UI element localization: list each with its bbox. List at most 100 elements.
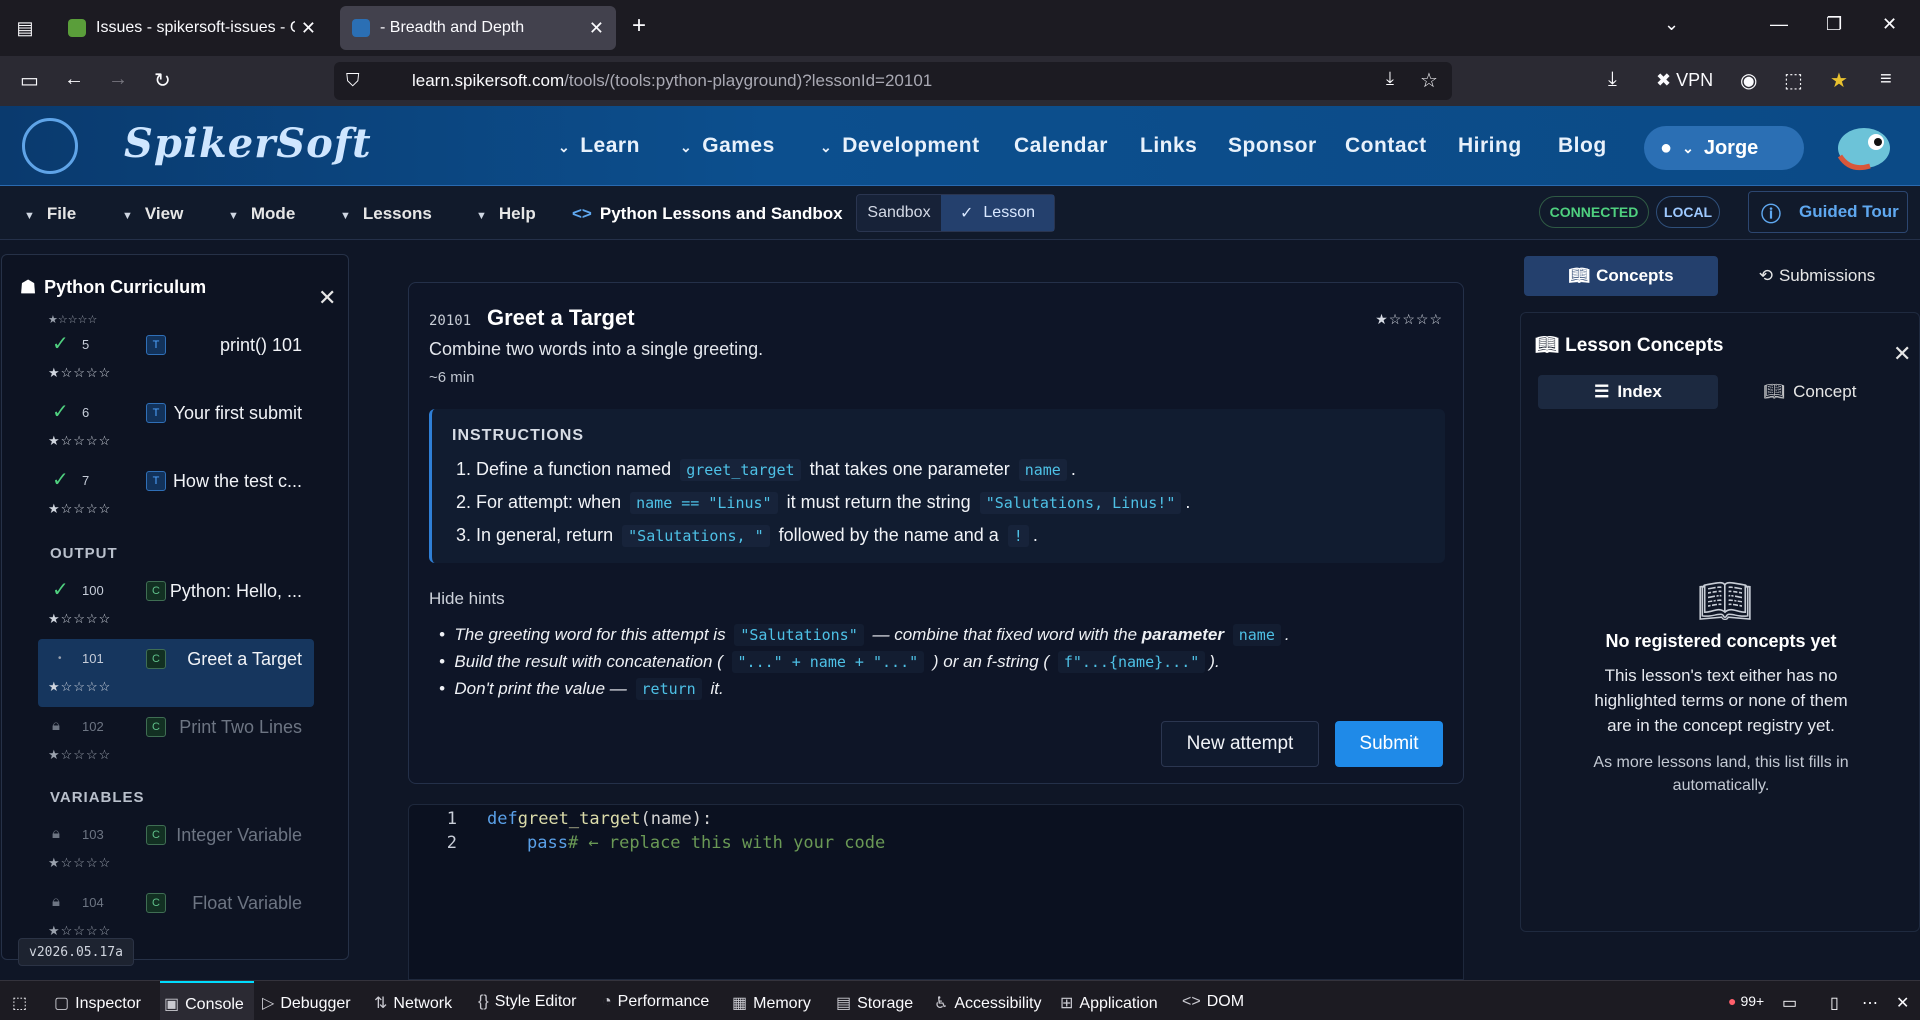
nav-games[interactable]: ⌄ Games <box>680 134 775 158</box>
nav-learn[interactable]: ⌄ Learn <box>558 134 640 158</box>
shield-icon[interactable]: ⛉ <box>346 70 360 91</box>
devtools-tab-console[interactable]: ▣ Console <box>160 981 254 1020</box>
extensions-icon[interactable]: ⬚ <box>1784 68 1803 93</box>
devtools-tab-dom[interactable]: <> DOM <box>1182 993 1244 1011</box>
menu-mode[interactable]: ▼ Mode <box>228 204 295 224</box>
site-logo[interactable]: SpikerSoft <box>124 120 372 167</box>
close-icon[interactable]: ✕ <box>1893 341 1911 367</box>
bookmark-star-icon[interactable]: ☆ <box>1420 68 1438 93</box>
list-item[interactable]: 🔒︎ 104 C Float Variable ★☆☆☆☆ <box>38 883 314 943</box>
mode-lesson-button[interactable]: ✓ Lesson <box>941 195 1054 231</box>
instructions-heading: INSTRUCTIONS <box>452 427 584 444</box>
account-icon[interactable]: ◉ <box>1740 68 1757 93</box>
mode-sandbox-button[interactable]: Sandbox <box>857 195 941 231</box>
code-keyword: pass <box>527 833 568 853</box>
menu-file[interactable]: ▼ File <box>24 204 76 224</box>
menu-label: Help <box>498 204 536 223</box>
close-tab-icon[interactable]: ✕ <box>301 18 316 39</box>
menu-lessons[interactable]: ▼ Lessons <box>340 204 432 224</box>
subtab-concept[interactable]: 📖︎ Concept <box>1720 375 1900 409</box>
nav-development[interactable]: ⌄ Development <box>820 134 980 158</box>
downloads-icon[interactable]: ⤓ <box>1608 68 1617 91</box>
tab-list-icon[interactable]: ▤ <box>12 15 38 41</box>
devtools-menu-icon[interactable]: ⋯ <box>1862 993 1878 1013</box>
new-tab-icon[interactable]: + <box>632 12 646 40</box>
inline-code: f"...{name}..." <box>1057 650 1206 673</box>
instruction-item: 2. For attempt: when name == "Linus" it … <box>456 486 1190 519</box>
code-params: (name): <box>640 809 713 829</box>
devtools-tab-storage[interactable]: ▤ Storage <box>836 993 913 1013</box>
list-item[interactable]: ✓ 100 C Python: Hello, ... ★☆☆☆☆ <box>38 571 314 639</box>
vpn-button[interactable]: ✖ VPN <box>1656 70 1713 91</box>
submit-button[interactable]: Submit <box>1335 721 1443 767</box>
close-icon[interactable]: ✕ <box>318 285 336 311</box>
extension-badge-icon[interactable]: ★ <box>1830 68 1848 93</box>
dock-side-icon[interactable]: ▯ <box>1830 993 1839 1013</box>
list-item[interactable]: 🔒︎ 102 C Print Two Lines ★☆☆☆☆ <box>38 707 314 775</box>
nav-calendar[interactable]: Calendar <box>1014 134 1108 158</box>
devtools-tab-label: Application <box>1079 995 1158 1012</box>
menu-help[interactable]: ▼ Help <box>476 204 536 224</box>
chameleon-mascot-icon[interactable] <box>1830 116 1896 176</box>
error-count-badge[interactable]: ● 99+ <box>1728 993 1764 1009</box>
curriculum-list[interactable]: ★☆☆☆☆ ✓ 5 T print() 101 ★☆☆☆☆ ✓ 6 T Your… <box>14 313 314 943</box>
close-tab-icon[interactable]: ✕ <box>589 18 604 39</box>
inline-code: return <box>635 677 702 700</box>
maximize-icon[interactable]: ❐ <box>1826 14 1842 35</box>
nav-links[interactable]: Links <box>1140 134 1197 158</box>
list-item[interactable]: ✓ 6 T Your first submit ★☆☆☆☆ <box>38 393 314 461</box>
step-text: For attempt: when <box>476 492 622 512</box>
new-attempt-button[interactable]: New attempt <box>1161 721 1319 767</box>
guided-tour-button[interactable]: ⓘ Guided Tour <box>1748 191 1908 233</box>
minimize-icon[interactable]: — <box>1770 14 1788 35</box>
back-icon[interactable]: ← <box>64 68 84 91</box>
devtools-tab-debugger[interactable]: ▷ Debugger <box>262 993 351 1013</box>
devtools-tab-label: Memory <box>753 995 811 1012</box>
code-editor[interactable]: 1 def greet_target (name): 2 pass # ← repla… <box>408 804 1464 980</box>
devtools-close-icon[interactable]: ✕ <box>1896 993 1909 1013</box>
list-item[interactable]: 🔒︎ 103 C Integer Variable ★☆☆☆☆ <box>38 815 314 883</box>
browser-tab-lesson[interactable]: - Breadth and Depth ✕ <box>340 6 616 50</box>
devtools-tab-inspector[interactable]: ▢ Inspector <box>54 993 141 1013</box>
devtools-tab-memory[interactable]: ▦ Memory <box>732 993 811 1013</box>
pick-element-icon[interactable]: ⬚ <box>12 993 27 1013</box>
network-icon: ⇅ <box>374 995 388 1012</box>
tab-submissions[interactable]: ⟲ Submissions <box>1720 256 1914 296</box>
responsive-mode-icon[interactable]: ▭ <box>1782 993 1797 1013</box>
browser-tab-issues[interactable]: Issues - spikersoft-issues - Gitea ✕ <box>56 6 328 50</box>
lesson-rating-stars[interactable]: ★☆☆☆☆ <box>1375 311 1443 328</box>
list-item-selected[interactable]: • 101 C Greet a Target ★☆☆☆☆ <box>38 639 314 707</box>
lesson-name: Greet a Target <box>187 649 302 669</box>
menu-view[interactable]: ▼ View <box>122 204 183 224</box>
devtools-tab-style-editor[interactable]: {} Style Editor <box>478 993 577 1011</box>
list-item[interactable]: ✓ 5 T print() 101 ★☆☆☆☆ <box>38 325 314 393</box>
sidebar-toggle-icon[interactable]: ▭ <box>20 68 39 93</box>
devtools-tab-network[interactable]: ⇅ Network <box>374 993 452 1013</box>
nav-blog[interactable]: Blog <box>1558 134 1607 158</box>
close-window-icon[interactable]: ✕ <box>1882 14 1897 35</box>
tab-overflow-icon[interactable]: ⌄ <box>1664 14 1679 35</box>
app-menu-icon[interactable]: ≡ <box>1880 68 1892 91</box>
address-bar[interactable]: learn.spikersoft.com/tools/(tools:python… <box>334 62 1452 100</box>
list-item[interactable]: ✓ 7 T How the test c... ★☆☆☆☆ <box>38 461 314 529</box>
logo-ring-icon[interactable] <box>22 118 78 174</box>
devtools-tab-label: Network <box>393 995 453 1012</box>
download-page-icon[interactable]: ⤓ <box>1386 68 1394 89</box>
forward-icon[interactable]: → <box>108 68 128 91</box>
devtools-tab-performance[interactable]: ◔ Performance <box>602 993 709 1011</box>
nav-sponsor[interactable]: Sponsor <box>1228 134 1317 158</box>
hide-hints-link[interactable]: Hide hints <box>429 589 505 609</box>
user-menu-button[interactable]: ● ⌄ Jorge <box>1644 126 1804 170</box>
book-icon: 📖︎ <box>1535 335 1560 356</box>
subtab-index[interactable]: ☰ Index <box>1538 375 1718 409</box>
nav-hiring[interactable]: Hiring <box>1458 134 1522 158</box>
devtools-tab-application[interactable]: ⊞ Application <box>1060 993 1158 1013</box>
braces-icon: {} <box>478 993 489 1010</box>
reload-icon[interactable]: ↻ <box>154 68 171 93</box>
devtools-tab-label: Console <box>185 996 244 1013</box>
tab-concepts[interactable]: 📖︎ Concepts <box>1524 256 1718 296</box>
console-icon: ▣ <box>164 996 180 1013</box>
devtools-tab-accessibility[interactable]: ♿︎ Accessibility <box>934 993 1041 1013</box>
guided-tour-label: Guided Tour <box>1799 202 1899 221</box>
nav-contact[interactable]: Contact <box>1345 134 1427 158</box>
